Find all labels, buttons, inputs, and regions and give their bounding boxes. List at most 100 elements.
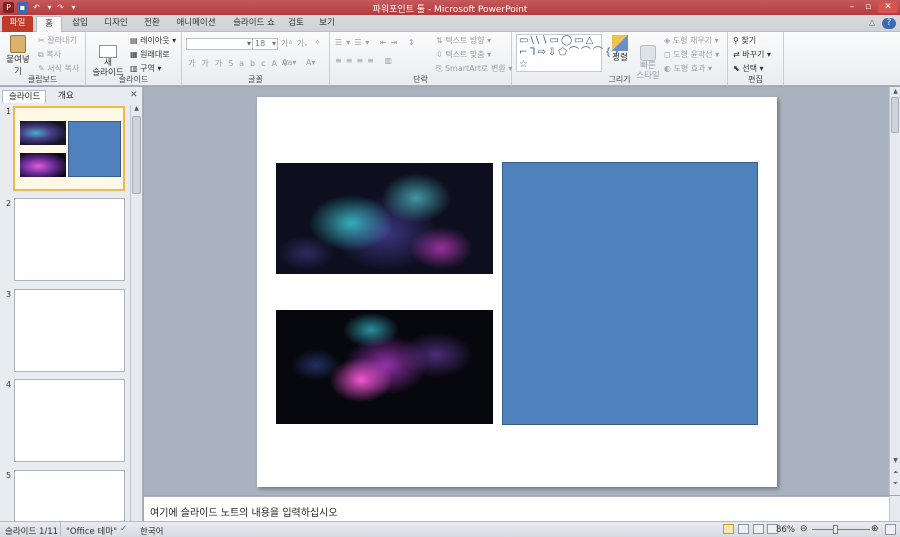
normal-view-icon[interactable] [723, 524, 734, 534]
zoom-slider[interactable] [812, 529, 870, 530]
blue-rectangle-shape[interactable] [502, 162, 758, 425]
cut-button[interactable]: ✂ 잘라내기 [38, 35, 77, 46]
group-editing: ⚲ 찾기 ⇄ 바꾸기 ▾ ⬉ 선택 ▾ 편집 [728, 32, 784, 86]
format-painter-button[interactable]: ✎ 서식 복사 [38, 63, 79, 74]
tab-file[interactable]: 파일 [2, 16, 33, 32]
layout-button[interactable]: ▤ 레이아웃 ▾ [130, 35, 176, 46]
spellcheck-icon[interactable]: ✓ [120, 524, 127, 534]
image-smoke-magenta[interactable] [276, 310, 493, 424]
clear-format-icon[interactable]: ✧ [314, 38, 321, 47]
slide-thumbnail-5[interactable] [14, 470, 125, 521]
slide-number: 5 [6, 471, 12, 480]
font-format-buttons[interactable]: 가가가SabcAV [188, 58, 294, 69]
copy-button[interactable]: ⧉ 복사 [38, 49, 61, 60]
slide-editor-scrollbar[interactable]: ▲ ▼ ⏶ ⏷ [889, 87, 900, 495]
notes-scrollbar[interactable] [889, 496, 900, 521]
font-size-combo[interactable]: 18 ▾ [252, 38, 278, 50]
zoom-out-icon[interactable]: ⊖ [800, 524, 808, 534]
section-icon: ▥ [130, 64, 141, 73]
tab-slides-pane[interactable]: 슬라이드 [2, 90, 46, 103]
paste-button[interactable]: 붙여넣기 [3, 35, 33, 77]
font-size-value: 18 [255, 39, 266, 48]
slide-sorter-view-icon[interactable] [738, 524, 749, 534]
text-direction-label: 텍스트 방향 [445, 36, 485, 45]
tab-outline-pane[interactable]: 개요 [52, 90, 88, 103]
font-color-icon[interactable]: A▾ [306, 58, 316, 67]
text-direction-icon: ⇅ [436, 36, 446, 45]
maximize-icon[interactable]: ▫ [862, 2, 874, 13]
section-button[interactable]: ▥ 구역 ▾ [130, 63, 161, 74]
language-indicator[interactable]: 한국어 [140, 525, 163, 537]
tab-insert[interactable]: 삽입 [66, 16, 94, 32]
notes-pane[interactable]: 여기에 슬라이드 노트의 내용을 입력하십시오 [144, 496, 889, 521]
list-buttons[interactable]: ☰▾☰▾ ⇤⇥ ↕ [335, 38, 419, 47]
tab-transitions[interactable]: 전환 [138, 16, 166, 32]
copy-label: 복사 [46, 50, 61, 59]
grow-font-icon[interactable]: 가ᐞ [281, 38, 293, 49]
scroll-thumb[interactable] [891, 97, 899, 133]
arrange-button[interactable]: 정렬 [606, 35, 634, 63]
text-direction-button[interactable]: ⇅ 텍스트 방향 ▾ [436, 35, 491, 46]
slide-thumbnail-1[interactable] [13, 106, 125, 191]
align-text-button[interactable]: ⇳ 텍스트 맞춤 ▾ [436, 49, 491, 60]
minimize-ribbon-icon[interactable]: △ [866, 16, 878, 32]
thumb-image-top [20, 121, 66, 145]
shape-fill-button[interactable]: ◈ 도형 채우기 ▾ [664, 35, 719, 46]
slide-thumbnail-3[interactable] [14, 289, 125, 372]
reading-view-icon[interactable] [753, 524, 764, 534]
scroll-up-icon[interactable]: ▲ [891, 88, 900, 96]
scroll-up-icon[interactable]: ▲ [132, 105, 141, 114]
window-title: 파워포인트 툴 - Microsoft PowerPoint [372, 5, 528, 15]
slide-number: 3 [6, 290, 12, 299]
close-pane-icon[interactable]: ✕ [130, 90, 138, 100]
thumb-image-bottom [20, 153, 66, 177]
theme-name[interactable]: "Office 테마" [66, 525, 117, 537]
reset-button[interactable]: ▦ 원래대로 [130, 49, 170, 60]
minimize-icon[interactable]: – [846, 2, 858, 13]
zoom-slider-thumb[interactable] [833, 525, 838, 534]
shrink-font-icon[interactable]: 가ᵥ [297, 38, 308, 49]
slide-number: 4 [6, 380, 12, 389]
smartart-label: SmartArt로 변환 [444, 64, 506, 73]
smartart-button[interactable]: ⎘ SmartArt로 변환 ▾ [436, 63, 512, 74]
previous-slide-icon[interactable]: ⏶ [891, 469, 900, 477]
slides-pane-scrollbar[interactable]: ▲ [130, 105, 142, 521]
tab-slideshow[interactable]: 슬라이드 쇼 [226, 16, 282, 32]
tab-review[interactable]: 검토 [284, 16, 308, 32]
align-buttons[interactable]: ≡≡≡≡ ▥ [335, 56, 396, 65]
current-slide[interactable] [257, 97, 777, 487]
zoom-in-icon[interactable]: ⊕ [871, 524, 879, 534]
shape-effects-button[interactable]: ◐ 도형 효과 ▾ [664, 63, 712, 74]
scroll-thumb[interactable] [132, 116, 141, 194]
tab-design[interactable]: 디자인 [100, 16, 132, 32]
group-label-clipboard: 클립보드 [27, 75, 58, 84]
scroll-down-icon[interactable]: ▼ [891, 457, 900, 465]
group-label-font: 글꼴 [248, 75, 263, 84]
slide-thumbnail-4[interactable] [14, 379, 125, 462]
tab-animations[interactable]: 애니메이션 [170, 16, 222, 32]
shapes-gallery[interactable]: ▭\\∖▭◯▭△ ⌐ᒣ⇨⇩⬠⌒⌒⌒{}☆ [516, 34, 620, 72]
replace-label: 바꾸기 [742, 50, 765, 59]
close-icon[interactable]: ✕ [878, 2, 898, 13]
layout-icon: ▤ [130, 36, 141, 45]
help-icon[interactable]: ? [882, 18, 896, 29]
change-case-icon[interactable]: Aa▾ [282, 58, 296, 67]
slide-thumbnail-2[interactable] [14, 198, 125, 281]
font-name-combo[interactable]: ▾ [186, 38, 254, 50]
image-smoke-cyan[interactable] [276, 163, 493, 274]
group-clipboard: 붙여넣기 ✂ 잘라내기 ⧉ 복사 ✎ 서식 복사 클립보드 [0, 32, 86, 86]
group-label-drawing: 그리기 [608, 75, 631, 84]
find-button[interactable]: ⚲ 찾기 [733, 35, 756, 46]
tab-home[interactable]: 홈 [36, 16, 62, 32]
scissors-icon: ✂ [38, 36, 48, 45]
fit-to-window-icon[interactable] [885, 524, 896, 535]
shape-outline-button[interactable]: ◻ 도형 윤곽선 ▾ [664, 49, 719, 60]
tab-view[interactable]: 보기 [314, 16, 340, 32]
next-slide-icon[interactable]: ⏷ [891, 480, 900, 488]
select-button[interactable]: ⬉ 선택 ▾ [733, 63, 764, 74]
zoom-level[interactable]: 86% [776, 525, 795, 535]
find-label: 찾기 [741, 36, 757, 45]
replace-button[interactable]: ⇄ 바꾸기 ▾ [733, 49, 771, 60]
group-paragraph: ☰▾☰▾ ⇤⇥ ↕ ≡≡≡≡ ▥ ⇅ 텍스트 방향 ▾ ⇳ 텍스트 맞춤 ▾ ⎘… [330, 32, 512, 86]
arrange-label: 정렬 [612, 53, 628, 63]
